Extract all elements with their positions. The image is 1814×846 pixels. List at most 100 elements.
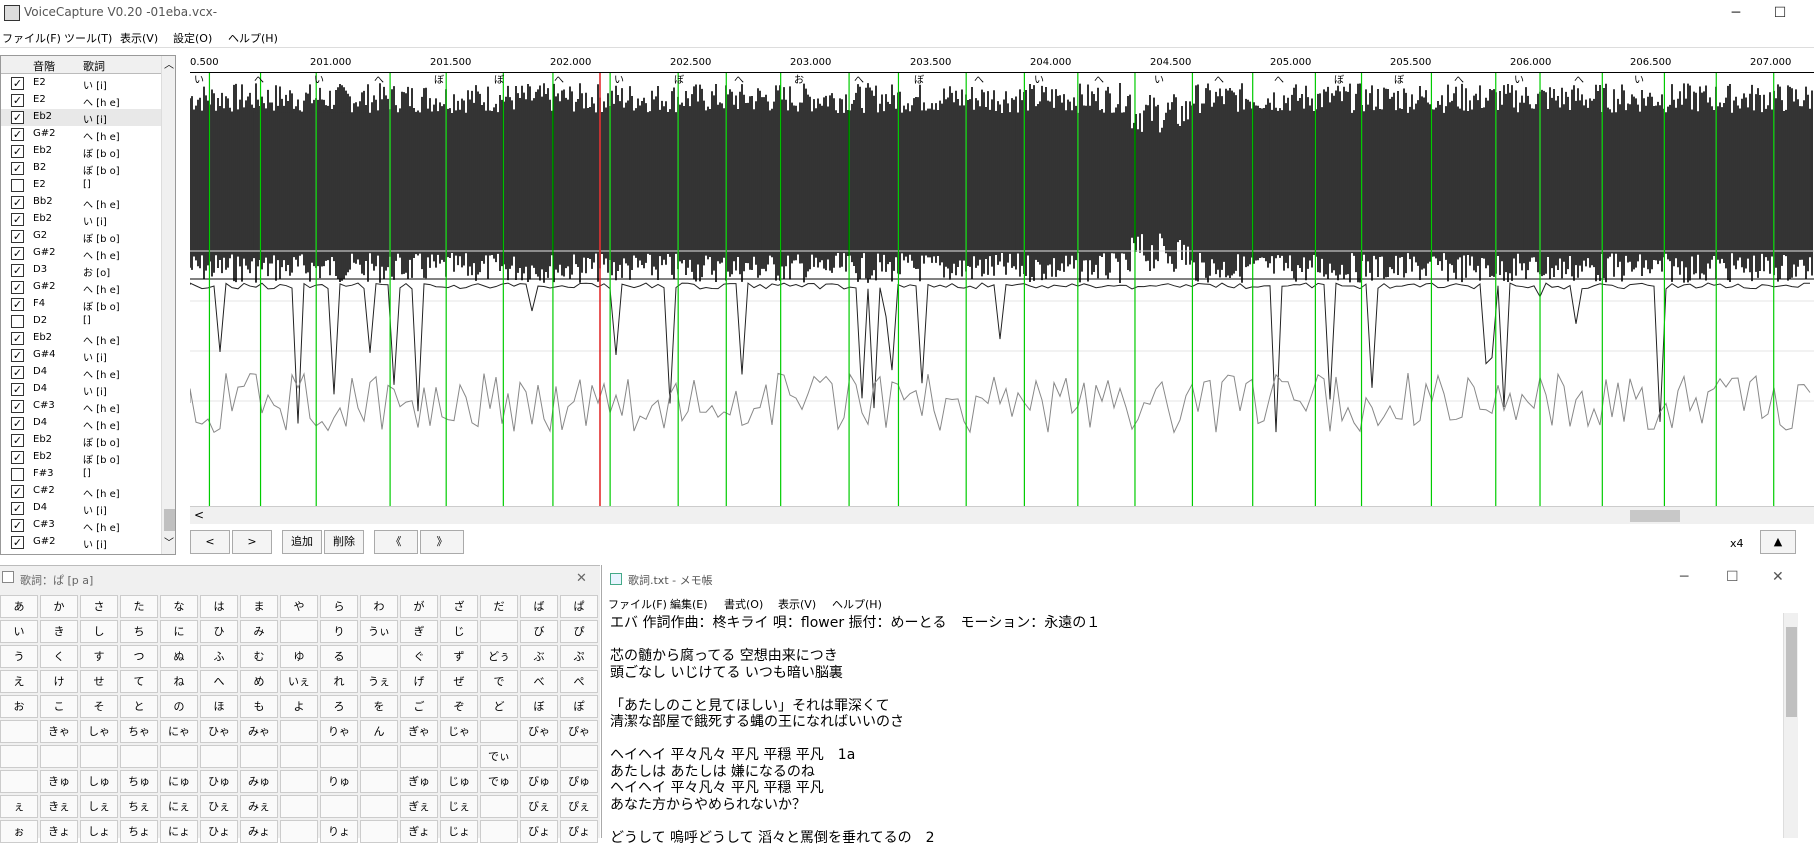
kana-button[interactable]: ぎ <box>400 620 438 643</box>
kana-button[interactable]: ず <box>440 645 478 668</box>
menu-file[interactable]: ファイル(F) <box>2 30 61 46</box>
kana-button[interactable]: ぱ <box>560 595 598 618</box>
kana-button[interactable] <box>0 770 38 793</box>
kana-button[interactable]: ろ <box>320 695 358 718</box>
kana-button[interactable]: ちゅ <box>120 770 158 793</box>
kana-button[interactable]: にゃ <box>160 720 198 743</box>
note-list[interactable]: 音階 歌詞 ✓E2い [i]✓E2へ [h e]✓Eb2い [i]✓G#2へ [… <box>0 55 176 555</box>
note-row[interactable]: ✓G#2へ [h e] <box>1 126 161 143</box>
note-row[interactable]: ✓Eb2へ [h e] <box>1 330 161 347</box>
notepad-menu-help[interactable]: ヘルプ(H) <box>832 596 882 612</box>
kana-button[interactable]: どぅ <box>480 645 518 668</box>
kana-button[interactable]: ち <box>120 620 158 643</box>
note-checkbox[interactable]: ✓ <box>11 349 24 362</box>
kana-button[interactable]: にょ <box>160 820 198 843</box>
kana-button[interactable]: で <box>480 670 518 693</box>
note-checkbox[interactable]: ✓ <box>11 400 24 413</box>
note-checkbox[interactable]: ✓ <box>11 451 24 464</box>
note-row[interactable]: ✓G#2へ [h e] <box>1 279 161 296</box>
waveform-view[interactable]: いへいへぼぼへいぼへおへぼへいへいへへぼぼへいへい <box>190 72 1814 506</box>
kana-button[interactable]: そ <box>80 695 118 718</box>
note-checkbox[interactable]: ✓ <box>11 485 24 498</box>
kana-button[interactable]: でぃ <box>480 745 518 768</box>
notepad-menu-file[interactable]: ファイル(F) <box>608 596 667 612</box>
kana-button[interactable]: ぴゃ <box>560 720 598 743</box>
note-list-scrollbar[interactable]: ︿ ﹀ <box>161 56 176 554</box>
zoom-up-button[interactable]: ▲ <box>1760 530 1796 554</box>
kana-button[interactable]: ぎゅ <box>400 770 438 793</box>
kana-button[interactable] <box>0 745 38 768</box>
kana-button[interactable]: ぴゅ <box>560 770 598 793</box>
note-row[interactable]: ✓C#3へ [h e] <box>1 398 161 415</box>
kana-button[interactable]: お <box>0 695 38 718</box>
note-row[interactable]: F#3[] <box>1 466 161 483</box>
kana-button[interactable]: い <box>0 620 38 643</box>
kana-button[interactable]: ひょ <box>200 820 238 843</box>
note-checkbox[interactable]: ✓ <box>11 196 24 209</box>
notepad-text-area[interactable]: エバ 作詞作曲：柊キライ 唄：flower 振付：めーとる モーション：永遠の１… <box>610 615 1770 846</box>
note-row[interactable]: ✓Eb2ぼ [b o] <box>1 449 161 466</box>
kana-button[interactable]: みゃ <box>240 720 278 743</box>
scroll-left-icon[interactable]: < <box>194 508 204 522</box>
note-checkbox[interactable]: ✓ <box>11 145 24 158</box>
kana-button[interactable]: え <box>0 670 38 693</box>
kana-button[interactable]: る <box>320 645 358 668</box>
note-checkbox[interactable]: ✓ <box>11 77 24 90</box>
note-row[interactable]: ✓Eb2い [i] <box>1 211 161 228</box>
kana-button[interactable]: つ <box>120 645 158 668</box>
kana-button[interactable]: ぴぇ <box>560 795 598 818</box>
kana-button[interactable]: す <box>80 645 118 668</box>
kana-button[interactable]: にぇ <box>160 795 198 818</box>
note-checkbox[interactable]: ✓ <box>11 502 24 515</box>
note-checkbox[interactable] <box>11 468 24 481</box>
notepad-scrollbar[interactable] <box>1783 613 1798 838</box>
kana-button[interactable] <box>320 795 358 818</box>
kana-button[interactable]: か <box>40 595 78 618</box>
notepad-menu-edit[interactable]: 編集(E) <box>670 596 708 612</box>
menu-tools[interactable]: ツール(T) <box>64 30 112 46</box>
kana-button[interactable]: りゃ <box>320 720 358 743</box>
kana-button[interactable] <box>360 820 398 843</box>
scroll-down-icon[interactable]: ﹀ <box>164 534 174 549</box>
forward-button[interactable]: 》 <box>420 530 464 554</box>
kana-button[interactable]: ほ <box>200 695 238 718</box>
kana-button[interactable] <box>280 770 318 793</box>
kana-button[interactable]: ぬ <box>160 645 198 668</box>
note-checkbox[interactable]: ✓ <box>11 366 24 379</box>
kana-button[interactable]: ひぇ <box>200 795 238 818</box>
kana-button[interactable]: りょ <box>320 820 358 843</box>
note-row[interactable]: ✓B2ぼ [b o] <box>1 160 161 177</box>
kana-button[interactable] <box>360 770 398 793</box>
kana-button[interactable]: ぇ <box>0 795 38 818</box>
note-row[interactable]: ✓D4へ [h e] <box>1 415 161 432</box>
kana-button[interactable]: れ <box>320 670 358 693</box>
kana-button[interactable]: ぎょ <box>400 820 438 843</box>
kana-button[interactable] <box>240 745 278 768</box>
note-row[interactable]: ✓D4い [i] <box>1 500 161 517</box>
kana-button[interactable]: りゅ <box>320 770 358 793</box>
kana-button[interactable]: しゃ <box>80 720 118 743</box>
kana-button[interactable]: け <box>40 670 78 693</box>
note-checkbox[interactable]: ✓ <box>11 264 24 277</box>
note-row[interactable]: ✓C#3へ [h e] <box>1 517 161 534</box>
kana-button[interactable]: り <box>320 620 358 643</box>
kana-button[interactable]: ひ <box>200 620 238 643</box>
kana-button[interactable]: の <box>160 695 198 718</box>
kana-button[interactable]: に <box>160 620 198 643</box>
kana-button[interactable]: きぇ <box>40 795 78 818</box>
header-lyric[interactable]: 歌詞 <box>83 58 105 74</box>
note-row[interactable]: ✓Bb2へ [h e] <box>1 194 161 211</box>
kana-button[interactable] <box>480 820 518 843</box>
scroll-up-icon[interactable]: ︿ <box>164 56 174 71</box>
kana-button[interactable]: み <box>240 620 278 643</box>
kana-button[interactable] <box>80 745 118 768</box>
note-checkbox[interactable]: ✓ <box>11 536 24 549</box>
kana-button[interactable]: じゃ <box>440 720 478 743</box>
note-checkbox[interactable]: ✓ <box>11 94 24 107</box>
kana-button[interactable] <box>280 720 318 743</box>
kana-button[interactable] <box>480 620 518 643</box>
kana-button[interactable]: と <box>120 695 158 718</box>
kana-button[interactable]: きゅ <box>40 770 78 793</box>
kana-button[interactable] <box>480 795 518 818</box>
maximize-button[interactable]: ☐ <box>1758 0 1802 26</box>
